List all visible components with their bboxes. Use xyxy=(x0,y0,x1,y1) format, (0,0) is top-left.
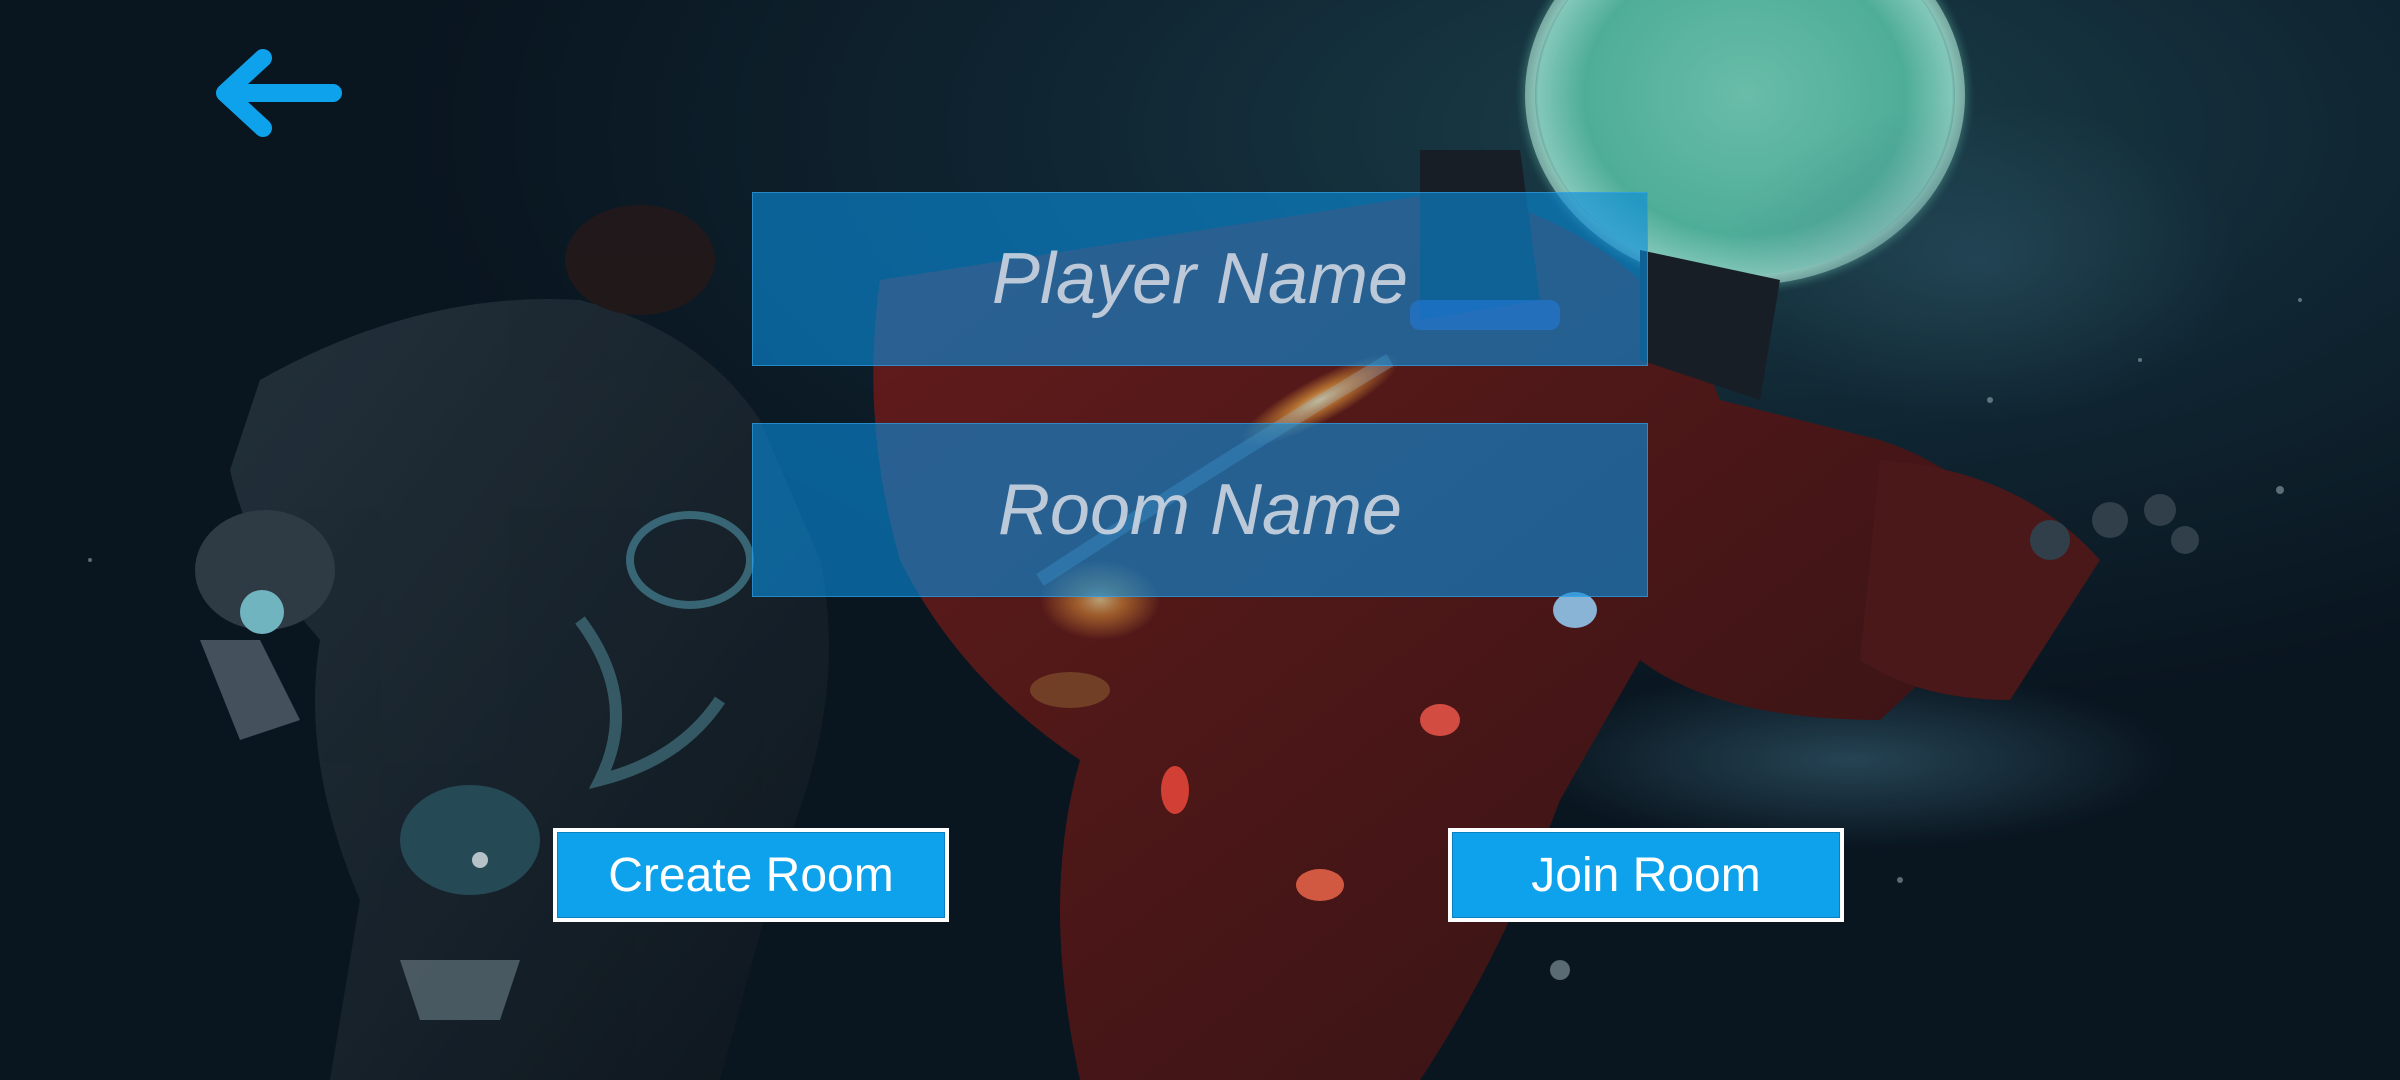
join-room-label: Join Room xyxy=(1531,848,1761,902)
back-button[interactable] xyxy=(205,48,345,138)
back-arrow-icon xyxy=(216,49,342,137)
lobby-screen: Create Room Join Room xyxy=(0,0,2400,1080)
room-name-field xyxy=(752,423,1648,597)
player-name-input[interactable] xyxy=(753,193,1647,365)
create-room-button[interactable]: Create Room xyxy=(553,828,949,922)
room-name-input[interactable] xyxy=(753,424,1647,596)
player-name-field xyxy=(752,192,1648,366)
create-room-label: Create Room xyxy=(608,848,894,902)
join-room-button[interactable]: Join Room xyxy=(1448,828,1844,922)
